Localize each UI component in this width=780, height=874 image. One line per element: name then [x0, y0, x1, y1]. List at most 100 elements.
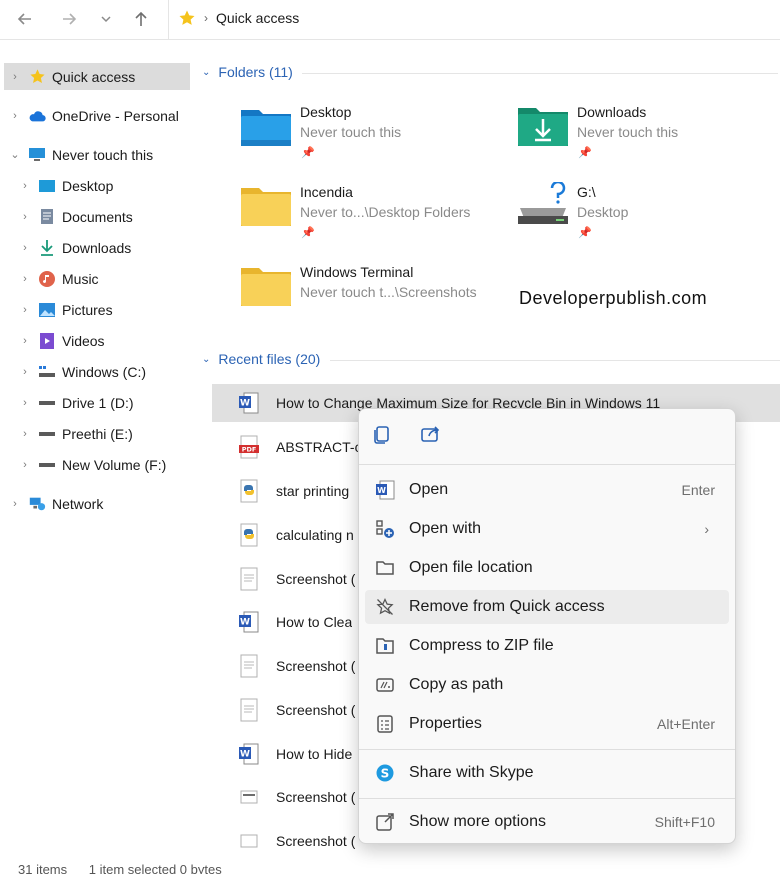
group-divider	[330, 360, 780, 361]
sidebar-item-pictures[interactable]: › Pictures	[14, 296, 112, 323]
folder-location: Never touch this	[300, 124, 402, 140]
menu-item-share-with-skype[interactable]: S Share with Skype	[365, 756, 729, 790]
sidebar-item-this-pc[interactable]: ⌄ Never touch this	[4, 141, 153, 168]
drive-icon	[38, 456, 56, 474]
folder-name: Incendia	[300, 184, 353, 200]
sidebar-item-onedrive[interactable]: › OneDrive - Personal	[4, 102, 179, 129]
expand-arrow-icon[interactable]: ›	[18, 211, 32, 223]
folder-tile-desktop[interactable]: Desktop Never touch this 📌	[239, 102, 499, 162]
item-count: 31 items	[18, 862, 68, 874]
up-button[interactable]	[128, 6, 154, 32]
sidebar-item-windows-c[interactable]: › Windows (C:)	[14, 358, 146, 385]
breadcrumb-current[interactable]: Quick access	[216, 10, 299, 26]
pin-icon[interactable]: 📌	[301, 146, 315, 159]
context-menu: W Open Enter Open with › Open file locat…	[358, 408, 736, 844]
folder-tile-g-drive[interactable]: G:\ Desktop 📌	[516, 180, 776, 242]
image-file-icon	[236, 566, 262, 592]
sidebar-item-downloads[interactable]: › Downloads	[14, 234, 131, 261]
expand-arrow-icon[interactable]: ›	[18, 242, 32, 254]
menu-item-copy-as-path[interactable]: Copy as path	[365, 668, 729, 702]
copy-button[interactable]	[373, 425, 391, 450]
expand-arrow-icon[interactable]: ›	[18, 459, 32, 471]
menu-item-properties[interactable]: Properties Alt+Enter	[365, 707, 729, 741]
desktop-folder-icon	[239, 102, 293, 150]
selection-info: 1 item selected 0 bytes	[88, 862, 222, 874]
expand-arrow-icon[interactable]: ›	[18, 180, 32, 192]
address-bar-region: › Quick access	[0, 0, 780, 40]
share-button[interactable]	[421, 425, 441, 450]
folder-name: Downloads	[577, 104, 647, 120]
sidebar-item-documents[interactable]: › Documents	[14, 203, 133, 230]
copy-icon	[374, 426, 389, 444]
sidebar-item-drive-d[interactable]: › Drive 1 (D:)	[14, 389, 133, 416]
expand-arrow-icon[interactable]: ›	[8, 71, 22, 83]
sidebar-item-desktop[interactable]: › Desktop	[14, 172, 113, 199]
folders-group-header[interactable]: ⌄ Folders (11)	[202, 64, 778, 80]
folder-tile-downloads[interactable]: Downloads Never touch this 📌	[516, 102, 776, 162]
folder-icon	[239, 182, 293, 230]
sidebar-item-network[interactable]: › Network	[4, 490, 103, 517]
sidebar-item-videos[interactable]: › Videos	[14, 327, 105, 354]
word-doc-icon: W	[236, 390, 262, 416]
menu-separator	[359, 464, 735, 465]
image-file-icon	[236, 697, 262, 723]
svg-text:S: S	[381, 767, 390, 781]
menu-item-remove-from-quick-access[interactable]: Remove from Quick access	[365, 590, 729, 624]
expand-arrow-icon[interactable]: ›	[18, 397, 32, 409]
expand-arrow-icon[interactable]: ›	[18, 366, 32, 378]
share-icon	[421, 426, 440, 442]
videos-icon	[38, 332, 56, 350]
menu-item-open[interactable]: W Open Enter	[365, 473, 729, 507]
recent-files-group-header[interactable]: ⌄ Recent files (20)	[202, 351, 780, 367]
open-with-icon	[373, 517, 397, 541]
expand-arrow-icon[interactable]: ›	[8, 110, 22, 122]
unpin-icon	[373, 595, 397, 619]
windows-drive-icon	[38, 363, 56, 381]
expand-arrow-icon[interactable]: ›	[18, 304, 32, 316]
more-options-icon	[373, 810, 397, 834]
folder-tile-windows-terminal[interactable]: Windows Terminal Never touch t...\Screen…	[239, 262, 499, 322]
pin-icon[interactable]: 📌	[578, 146, 592, 159]
menu-item-open-file-location[interactable]: Open file location	[365, 551, 729, 585]
menu-item-compress-zip[interactable]: Compress to ZIP file	[365, 629, 729, 663]
svg-text:W: W	[240, 750, 250, 760]
back-button[interactable]	[12, 6, 38, 32]
breadcrumb[interactable]: › Quick access	[178, 9, 299, 27]
sidebar-item-label: Network	[52, 495, 104, 512]
menu-separator	[359, 749, 735, 750]
folder-location: Never touch t...\Screenshots	[300, 284, 477, 300]
zip-icon	[373, 634, 397, 658]
shortcut-text: Enter	[681, 482, 715, 498]
collapse-arrow-icon[interactable]: ⌄	[8, 148, 22, 161]
folder-location: Desktop	[577, 204, 629, 220]
menu-item-show-more-options[interactable]: Show more options Shift+F10	[365, 805, 729, 839]
expand-arrow-icon[interactable]: ›	[18, 273, 32, 285]
sidebar-item-preethi-e[interactable]: › Preethi (E:)	[14, 420, 133, 447]
recent-locations-button[interactable]	[93, 6, 119, 32]
expand-arrow-icon[interactable]: ›	[18, 428, 32, 440]
pin-icon[interactable]: 📌	[301, 226, 315, 239]
folder-name: G:\	[577, 184, 596, 200]
arrow-up-icon	[135, 11, 147, 26]
group-title: Folders (11)	[218, 64, 293, 80]
word-doc-icon: W	[236, 609, 262, 635]
downloads-folder-icon	[516, 102, 570, 150]
pin-icon[interactable]: 📌	[578, 226, 592, 239]
network-icon	[28, 495, 46, 513]
expand-arrow-icon[interactable]: ›	[8, 498, 22, 510]
sidebar-item-label: Music	[62, 270, 99, 287]
svg-text:W: W	[377, 486, 386, 495]
star-icon	[179, 10, 195, 25]
sidebar-item-quick-access[interactable]: › Quick access	[4, 63, 190, 90]
folder-tile-incendia[interactable]: Incendia Never to...\Desktop Folders 📌	[239, 182, 499, 242]
arrow-left-icon	[17, 13, 31, 25]
sidebar-item-new-volume-f[interactable]: › New Volume (F:)	[14, 451, 166, 478]
download-arrow-icon	[38, 239, 56, 257]
folder-name: Windows Terminal	[300, 264, 414, 280]
sidebar-item-music[interactable]: › Music	[14, 265, 99, 292]
expand-arrow-icon[interactable]: ›	[18, 335, 32, 347]
menu-item-open-with[interactable]: Open with ›	[365, 512, 729, 546]
drive-icon	[38, 425, 56, 443]
forward-button[interactable]	[56, 6, 82, 32]
sidebar-item-label: OneDrive - Personal	[52, 107, 179, 124]
